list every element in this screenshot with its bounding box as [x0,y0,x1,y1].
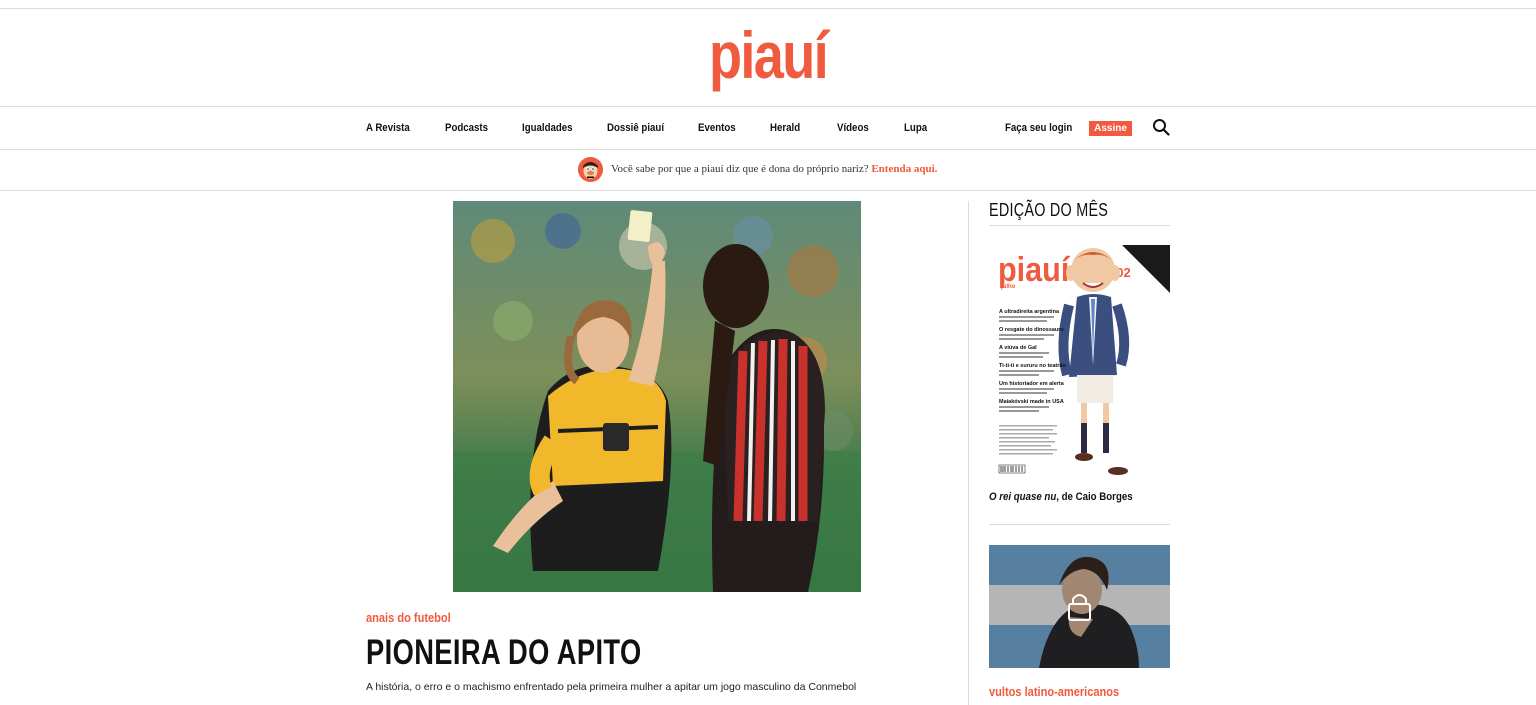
notice-text: Você sabe por que a piauí diz que é dona… [611,163,937,175]
sidebar-story-image[interactable] [989,545,1170,668]
nav-item-dossie-piaui[interactable]: Dossiê piauí [607,122,664,134]
cover-month: julho [1000,284,1016,290]
login-link[interactable]: Faça seu login [1005,122,1072,134]
nav-item-eventos[interactable]: Eventos [698,122,736,134]
cover-headline-3: A viúva de Gal [999,345,1037,351]
cover-headline-5: Um historiador em alerta [999,381,1065,387]
site-logo[interactable]: piauí [709,22,829,88]
story-kicker[interactable]: anais do futebol [366,610,451,625]
search-icon[interactable] [1152,118,1170,136]
sidebar-title-divider [989,225,1170,226]
sidebar-divider [989,524,1170,525]
magazine-cover[interactable]: piauí julho 202 A ultradireita argentina… [989,245,1170,481]
cover-headline-1: A ultradireita argentina [999,309,1060,315]
notice-bar: Você sabe por que a piauí diz que é dona… [0,150,1536,190]
cover-headline-2: O resgate do dinossauro [999,327,1064,333]
cover-caption[interactable]: O rei quase nu, de Caio Borges [989,491,1133,503]
nav-item-igualdades[interactable]: Igualdades [522,122,573,134]
cover-headline-4: Ti-ti-ti e sururu no teatrão [999,363,1066,369]
cover-logo: piauí [998,251,1070,289]
hero-image[interactable] [453,201,861,592]
cover-caption-author: , de Caio Borges [1056,491,1133,503]
story-headline[interactable]: PIONEIRA DO APITO [366,633,642,673]
sidebar-story-kicker[interactable]: vultos latino-americanos [989,684,1119,699]
cover-headline-6: Maiakóvski made in USA [999,399,1064,405]
top-divider [0,8,1536,9]
notice-message: Você sabe por que a piauí diz que é dona… [611,163,869,175]
notice-divider [0,190,1536,191]
nav-item-lupa[interactable]: Lupa [904,122,927,134]
mascot-avatar [578,157,603,182]
nav-item-a-revista[interactable]: A Revista [366,122,410,134]
header: piauí [0,22,1536,88]
subscribe-button[interactable]: Assine [1089,121,1132,136]
main-nav: A Revista Podcasts Igualdades Dossiê pia… [0,107,1536,149]
nav-item-herald[interactable]: Herald [770,122,800,134]
column-divider [968,201,969,705]
nav-item-videos[interactable]: Vídeos [837,122,869,134]
cover-caption-title: O rei quase nu [989,491,1057,503]
nav-item-podcasts[interactable]: Podcasts [445,122,488,134]
story-dek: A história, o erro e o machismo enfrenta… [366,681,857,693]
notice-link[interactable]: Entenda aqui. [871,163,937,175]
sidebar-section-title: EDIÇÃO DO MÊS [989,200,1109,220]
